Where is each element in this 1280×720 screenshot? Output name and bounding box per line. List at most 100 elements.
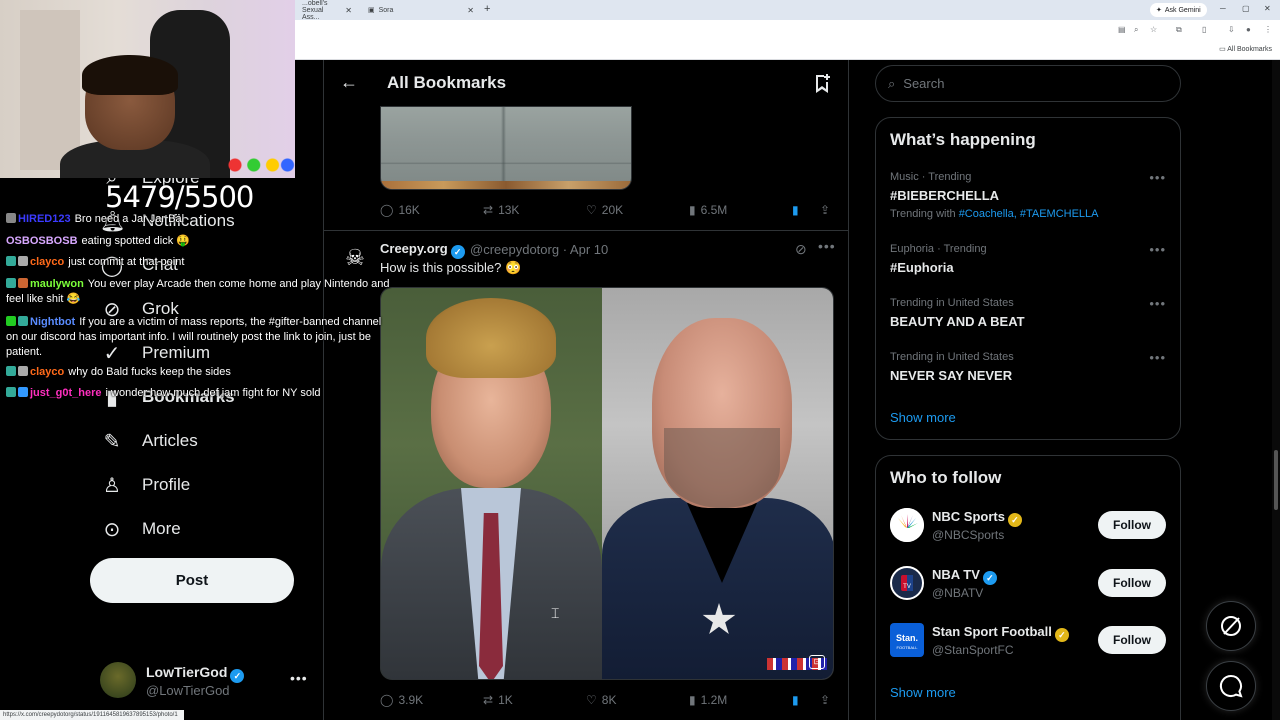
profile-avatar-icon[interactable]: ●	[1246, 25, 1251, 34]
follow-account-name[interactable]: NBA TV ✓	[932, 567, 997, 585]
verified-badge-icon: ✓	[450, 245, 465, 259]
column-divider	[848, 60, 849, 720]
zoom-icon[interactable]: ⌕	[1134, 25, 1138, 35]
repost-count: 13K	[498, 203, 520, 217]
maximize-icon[interactable]: ▢	[1242, 4, 1250, 13]
chart-icon: ▮	[689, 203, 696, 217]
tweet-text: How is this possible? 😳	[380, 260, 522, 275]
trend-more-icon[interactable]: •••	[1149, 350, 1166, 365]
chat-bubble-icon	[1219, 674, 1243, 698]
avatar[interactable]	[100, 662, 136, 698]
reply-count: 3.9K	[398, 693, 424, 707]
bookmark-button[interactable]: ▮	[792, 693, 799, 707]
view-count: 6.5M	[700, 203, 728, 217]
minimize-icon[interactable]: ─	[1220, 4, 1226, 13]
scrollbar[interactable]	[1272, 60, 1280, 720]
chat-text: why do Bald fucks keep the sides	[68, 366, 231, 378]
reply-button[interactable]: ◯ 3.9K	[380, 693, 423, 707]
tab-title: ...obell's Sexual Ass...	[302, 0, 328, 21]
more-circle-icon: ⊙	[103, 518, 121, 541]
kebab-menu-icon[interactable]: ⋮	[1264, 25, 1272, 34]
follow-button[interactable]: Follow	[1098, 569, 1166, 597]
tweet-photo[interactable]: ⊡	[380, 287, 834, 680]
avatar[interactable]	[890, 508, 924, 542]
chat-username: Nightbot	[30, 316, 76, 328]
follow-account-name[interactable]: Stan Sport Football ✓	[932, 624, 1069, 642]
person-icon: ♙	[103, 474, 121, 497]
repost-button[interactable]: ⇄ 13K	[483, 203, 519, 217]
nav-articles[interactable]: ✎ Articles	[100, 426, 198, 456]
puzzle-icon[interactable]: ⧉	[1176, 25, 1182, 35]
views-button[interactable]: ▮ 1.2M	[689, 693, 727, 707]
verified-badge-icon: ✓	[1007, 513, 1022, 527]
who-to-follow-card: Who to follow NBC Sports ✓ @NBCSports Fol…	[875, 455, 1181, 720]
verified-badge-icon: ✓	[230, 669, 245, 683]
trend-item[interactable]: NEVER SAY NEVER	[890, 368, 1012, 383]
ask-gemini-button[interactable]: ✦ Ask Gemini	[1150, 3, 1207, 17]
trend-item[interactable]: BEAUTY AND A BEAT	[890, 314, 1025, 329]
sidebar-icon[interactable]: ▯	[1202, 25, 1206, 34]
nav-profile[interactable]: ♙ Profile	[100, 470, 190, 500]
webcam-overlay	[0, 0, 295, 178]
share-button[interactable]: ⇪	[820, 203, 830, 217]
follow-account-name[interactable]: NBC Sports ✓	[932, 509, 1022, 527]
tweet-more-icon[interactable]: •••	[818, 238, 836, 254]
svg-text:FOOTBALL: FOOTBALL	[897, 645, 919, 650]
bookmark-folder-add-icon[interactable]	[812, 73, 832, 98]
trend-more-icon[interactable]: •••	[1149, 170, 1166, 185]
close-icon[interactable]: ✕	[467, 6, 474, 15]
like-button[interactable]: ♡ 20K	[586, 203, 623, 217]
close-icon[interactable]: ✕	[345, 6, 352, 15]
trend-item[interactable]: #Euphoria	[890, 260, 954, 275]
nav-more[interactable]: ⊙ More	[100, 514, 181, 544]
image-alt-icon[interactable]: ⊡	[809, 655, 825, 669]
browser-tab[interactable]: ▣ Sora ✕	[362, 2, 480, 18]
repost-button[interactable]: ⇄ 1K	[483, 693, 513, 707]
trend-more-icon[interactable]: •••	[1149, 242, 1166, 257]
like-button[interactable]: ♡ 8K	[586, 693, 616, 707]
views-button[interactable]: ▮ 6.5M	[689, 203, 727, 217]
search-placeholder: Search	[903, 76, 945, 91]
share-button[interactable]: ⇪	[820, 693, 830, 707]
chat-text: eating spotted dick 🤑	[81, 235, 190, 247]
follow-account-handle: @NBCSports	[932, 528, 1005, 542]
download-icon[interactable]: ⇩	[1228, 25, 1235, 34]
scrollbar-thumb[interactable]	[1274, 450, 1278, 510]
tweet-divider	[324, 230, 848, 231]
trend-item[interactable]: #BIEBERCHELLA	[890, 188, 999, 203]
new-tab-icon[interactable]: +	[484, 3, 490, 15]
back-arrow-icon[interactable]: ←	[340, 72, 358, 93]
trend-with-tags[interactable]: #Coachella, #TAEMCHELLA	[959, 208, 1099, 220]
bookmark-button[interactable]: ▮	[792, 203, 799, 217]
account-handle: @LowTierGod	[146, 683, 230, 698]
all-bookmarks-folder[interactable]: ▭ All Bookmarks	[1219, 45, 1272, 53]
grok-fab-button[interactable]	[1206, 601, 1256, 651]
chat-username: OSBOSBOSB	[6, 235, 78, 247]
chat-badge-icon	[18, 256, 28, 266]
page-header: ← All Bookmarks	[324, 60, 848, 106]
browser-tab[interactable]: ...obell's Sexual Ass... ✕	[296, 0, 358, 21]
trend-more-icon[interactable]: •••	[1149, 296, 1166, 311]
extension-icon[interactable]: ▤	[1118, 25, 1126, 34]
verified-badge-icon: ✓	[982, 571, 997, 585]
close-window-icon[interactable]: ✕	[1264, 4, 1271, 13]
follow-button[interactable]: Follow	[1098, 626, 1166, 654]
account-name[interactable]: LowTierGod ✓	[146, 664, 245, 683]
tweet-handle-date[interactable]: @creepydotorg · Apr 10	[470, 242, 608, 257]
avatar[interactable]: Stan. FOOTBALL	[890, 623, 924, 657]
post-button[interactable]: Post	[90, 558, 294, 603]
star-icon[interactable]: ☆	[1150, 25, 1157, 34]
show-more-link[interactable]: Show more	[890, 685, 956, 700]
view-count: 1.2M	[700, 693, 728, 707]
avatar[interactable]: TV	[890, 566, 924, 600]
grok-icon[interactable]: ⊘	[795, 241, 807, 258]
trend-with-label: Trending with	[890, 208, 956, 220]
tweet-media[interactable]	[380, 106, 632, 190]
ask-gemini-label: Ask Gemini	[1164, 6, 1201, 14]
search-input[interactable]: ⌕ Search	[875, 65, 1181, 102]
account-more-icon[interactable]: •••	[290, 670, 308, 686]
stan-sport-icon: Stan. FOOTBALL	[896, 633, 919, 650]
show-more-link[interactable]: Show more	[890, 410, 956, 425]
follow-button[interactable]: Follow	[1098, 511, 1166, 539]
messages-fab-button[interactable]	[1206, 661, 1256, 711]
